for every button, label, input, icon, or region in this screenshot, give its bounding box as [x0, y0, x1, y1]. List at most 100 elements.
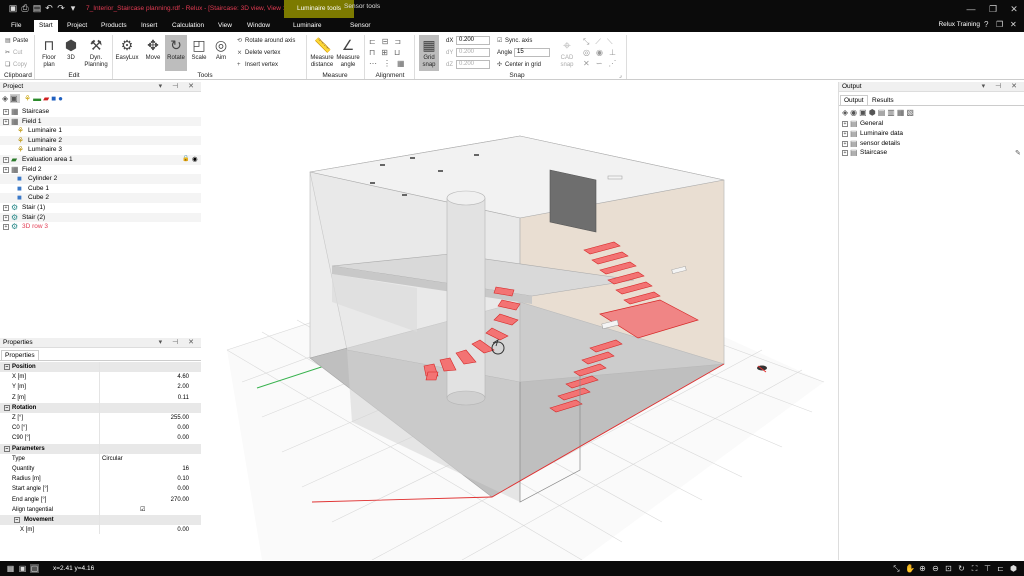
- dz-input[interactable]: 0.200: [456, 60, 490, 69]
- panel-controls[interactable]: ▾ ⊣ ✕: [159, 338, 198, 348]
- snap-center-icon[interactable]: ◎: [583, 48, 596, 57]
- collapse-icon[interactable]: −: [4, 445, 10, 452]
- property-row[interactable]: Type Circular: [0, 454, 201, 464]
- align-right-icon[interactable]: ⊐: [394, 37, 407, 46]
- collapse-icon[interactable]: −: [4, 404, 10, 411]
- chart-output-icon[interactable]: ▦: [897, 108, 907, 117]
- snap-edge-icon[interactable]: ⟍: [607, 37, 619, 46]
- expand-icon[interactable]: +: [842, 140, 848, 147]
- property-row[interactable]: Quantity 16: [0, 464, 201, 474]
- zoom-icon[interactable]: ⤡: [892, 564, 901, 573]
- property-section[interactable]: − Parameters: [0, 443, 201, 454]
- tab-properties[interactable]: Properties: [1, 350, 39, 360]
- zoom-window-icon[interactable]: ⊡: [944, 564, 953, 573]
- align-middle-icon[interactable]: ⊞: [381, 48, 394, 57]
- tab-start[interactable]: Start: [34, 20, 58, 32]
- tab-products[interactable]: Products: [101, 20, 127, 32]
- grid-snap-button[interactable]: ▦ Grid snap: [419, 35, 439, 71]
- print-icon[interactable]: ⎙: [20, 3, 30, 13]
- collapse-icon[interactable]: −: [14, 517, 20, 523]
- restore-icon[interactable]: ❐: [984, 3, 1002, 15]
- lock-icon[interactable]: 🔒: [182, 155, 189, 165]
- snap-node-icon[interactable]: ◉: [596, 48, 609, 57]
- tab-insert[interactable]: Insert: [141, 20, 157, 32]
- property-value[interactable]: ☑: [140, 505, 145, 515]
- snap-nearest-icon[interactable]: ⋰: [608, 59, 622, 68]
- measure-distance-button[interactable]: 📏 Measure distance: [309, 37, 335, 69]
- tree-item[interactable]: ■ Cube 1: [0, 184, 201, 194]
- dialog-launcher-icon[interactable]: ⌟: [619, 72, 622, 79]
- expand-icon[interactable]: +: [842, 121, 848, 127]
- copy-button[interactable]: ❏ Copy: [5, 61, 27, 69]
- view-mode-icon[interactable]: ▢: [30, 564, 39, 573]
- property-section[interactable]: − Position: [0, 362, 201, 372]
- sync-axis-checkbox[interactable]: ☑ Sync. axis: [497, 37, 532, 45]
- floor-plan-button[interactable]: ⊓ Floor plan: [38, 37, 60, 69]
- property-value[interactable]: 2.00: [177, 382, 189, 392]
- property-section[interactable]: − Rotation: [0, 402, 201, 413]
- property-row[interactable]: C90 [°] 0.00: [0, 433, 201, 443]
- 3d-viewport[interactable]: [202, 82, 838, 560]
- close-icon[interactable]: ✕: [1005, 3, 1023, 15]
- expand-icon[interactable]: +: [3, 205, 9, 211]
- panel-controls[interactable]: ▾ ⊣ ✕: [982, 82, 1021, 92]
- pin-icon[interactable]: ✎: [1015, 149, 1021, 157]
- delete-vertex-button[interactable]: ⨯ Delete vertex: [237, 49, 280, 57]
- cad-snap-button[interactable]: ⌖ CAD snap: [557, 37, 577, 69]
- expand-icon[interactable]: +: [842, 130, 848, 137]
- move-button[interactable]: ✥ Move: [143, 37, 163, 62]
- align-top-icon[interactable]: ⊓: [369, 48, 381, 57]
- output-item[interactable]: + ▤ General: [839, 119, 1019, 129]
- restore-icon[interactable]: ❐: [996, 21, 1004, 29]
- top-view-icon[interactable]: ⊤: [983, 564, 992, 573]
- align-grid-icon[interactable]: ▦: [397, 59, 411, 68]
- easylux-button[interactable]: ⚙ EasyLux: [115, 37, 139, 62]
- distribute-h-icon[interactable]: ⋯: [369, 59, 383, 68]
- snap-midpoint-icon[interactable]: ⟋: [595, 37, 607, 46]
- layout-icon[interactable]: ▣: [18, 564, 27, 573]
- scene-output-icon[interactable]: ◉: [850, 108, 859, 117]
- expand-icon[interactable]: +: [3, 224, 9, 231]
- insert-vertex-button[interactable]: + Insert vertex: [237, 61, 278, 69]
- expand-icon[interactable]: +: [3, 166, 9, 173]
- tree-item[interactable]: ■ Cylinder 2: [0, 174, 201, 184]
- tab-sensor[interactable]: Sensor: [350, 20, 371, 32]
- tree-item[interactable]: ⚘ Luminaire 1: [0, 126, 201, 136]
- property-value[interactable]: 0.11: [178, 393, 189, 403]
- distribute-v-icon[interactable]: ⋮: [383, 59, 397, 68]
- cube-output-icon[interactable]: ⬢: [869, 108, 878, 117]
- align-bottom-icon[interactable]: ⊔: [394, 48, 406, 57]
- 3d-view-button[interactable]: ⬢ 3D: [62, 37, 80, 62]
- scale-button[interactable]: ◰ Scale: [189, 37, 209, 62]
- tree-item[interactable]: ■ Cube 2: [0, 193, 201, 203]
- property-value[interactable]: Circular: [102, 454, 123, 464]
- snap-endpoint-icon[interactable]: ⤡: [583, 37, 595, 46]
- snap-mode-buttons[interactable]: ⤡⟋⟍ ◎◉⊥ ✕∽⋰: [583, 36, 623, 69]
- expand-icon[interactable]: +: [3, 214, 9, 221]
- property-row[interactable]: Z [m] 0.11: [0, 393, 201, 403]
- rotate-around-axis-button[interactable]: ⟲ Rotate around axis: [237, 37, 295, 45]
- iso-view-icon[interactable]: ⬢: [1009, 564, 1018, 573]
- rotate-view-icon[interactable]: ↻: [957, 564, 966, 573]
- undo-icon[interactable]: ↶: [44, 3, 54, 13]
- tree-item[interactable]: + ⚙ 3D row 3: [0, 222, 201, 232]
- document-output-icon[interactable]: ▤: [878, 108, 888, 117]
- tree-item[interactable]: + ▰ Evaluation area 1 🔒 ◉: [0, 155, 201, 165]
- 3d-scene[interactable]: [202, 82, 838, 560]
- tab-calculation[interactable]: Calculation: [172, 20, 204, 32]
- view-icon[interactable]: ◈: [2, 94, 10, 103]
- property-row[interactable]: Z [°] 255.00: [0, 413, 201, 423]
- property-value[interactable]: 0.00: [177, 423, 189, 433]
- property-row[interactable]: Align tangential ☑: [0, 505, 201, 515]
- collapse-icon[interactable]: −: [4, 364, 10, 370]
- property-value[interactable]: 255.00: [171, 413, 189, 423]
- save-icon[interactable]: ▤: [32, 3, 42, 13]
- furniture-filter-icon[interactable]: ▬: [33, 94, 43, 103]
- rotate-button[interactable]: ↻ Rotate: [165, 35, 187, 71]
- pan-icon[interactable]: ✋: [905, 564, 915, 573]
- expand-icon[interactable]: +: [3, 118, 9, 125]
- room-output-icon[interactable]: ▣: [859, 108, 869, 117]
- tree-item[interactable]: + ⚙ Stair (1): [0, 203, 201, 213]
- 3d-output-icon[interactable]: ◈: [842, 108, 850, 117]
- fit-view-icon[interactable]: ⛶: [970, 564, 979, 573]
